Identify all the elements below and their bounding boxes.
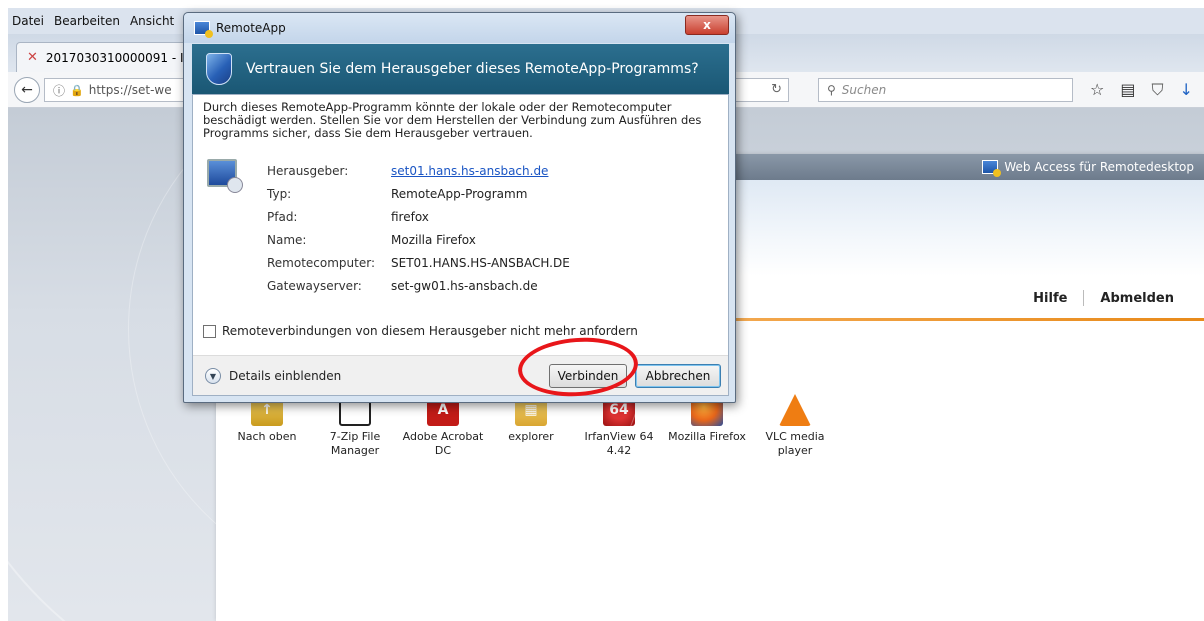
dialog-title: RemoteApp [216, 21, 286, 35]
app-label: explorer [508, 430, 554, 443]
tab-title: 2017030310000091 - I [45, 50, 184, 65]
warning-text: Durch dieses RemoteApp-Programm könnte d… [203, 100, 702, 140]
nav-separator [1083, 290, 1085, 306]
detail-row-remotecomputer: Remotecomputer: SET01.HANS.HS-ANSBACH.DE [267, 251, 707, 274]
search-input[interactable]: ⚲ Suchen [818, 78, 1073, 102]
dont-ask-again-checkbox[interactable] [203, 324, 216, 338]
app-label: IrfanView 64 4.42 [584, 430, 654, 457]
app-label: Nach oben [237, 430, 297, 443]
url-text: https://set-we [88, 83, 172, 97]
pocket-icon[interactable]: ⛉ [1151, 80, 1163, 100]
detail-value: SET01.HANS.HS-ANSBACH.DE [391, 255, 570, 270]
detail-label: Name: [267, 232, 307, 247]
rdweb-nav: Hilfe Abmelden [1033, 290, 1174, 306]
detail-row-publisher: Herausgeber: set01.hans.hs-ansbach.de [267, 159, 707, 182]
browser-tab[interactable]: ✕ 2017030310000091 - I [16, 42, 196, 72]
remoteapp-icon [194, 21, 213, 38]
app-label: 7-Zip File Manager [329, 430, 381, 457]
rdweb-brand-text: Web Access für Remotedesktop [1004, 160, 1194, 174]
chevron-down-icon[interactable]: ▼ [205, 368, 221, 384]
app-irfanview[interactable]: 64 IrfanView 64 4.42 [576, 394, 662, 458]
close-button[interactable]: x [685, 15, 729, 35]
detail-label: Pfad: [267, 209, 298, 224]
logout-link[interactable]: Abmelden [1100, 291, 1174, 306]
info-icon[interactable]: ⓘ [53, 82, 65, 99]
reload-icon[interactable]: ↻ [771, 82, 782, 97]
detail-row-type: Typ: RemoteApp-Programm [267, 182, 707, 205]
publisher-details: Herausgeber: set01.hans.hs-ansbach.de Ty… [267, 159, 707, 297]
dialog-footer: ▼ Details einblenden Verbinden Abbrechen [193, 355, 728, 395]
connect-button[interactable]: Verbinden [549, 364, 627, 388]
remoteapp-dialog: RemoteApp x Vertrauen Sie dem Herausgebe… [183, 12, 736, 403]
search-placeholder: Suchen [841, 83, 887, 97]
toolbar-icons: ☆ ▤ ⛉ ↓ [1090, 80, 1193, 100]
detail-row-name: Name: Mozilla Firefox [267, 228, 707, 251]
menu-datei[interactable]: Datei [12, 14, 44, 28]
cancel-button[interactable]: Abbrechen [635, 364, 721, 388]
app-7zip[interactable]: 7z 7-Zip File Manager [312, 394, 398, 458]
detail-row-gateway: Gatewayserver: set-gw01.hs-ansbach.de [267, 274, 707, 297]
checkbox-label[interactable]: Remoteverbindungen von diesem Herausgebe… [222, 324, 638, 338]
app-list: ↑ Nach oben 7z 7-Zip File Manager A Adob… [216, 394, 836, 504]
expander-label[interactable]: Details einblenden [229, 369, 341, 383]
detail-label: Herausgeber: [267, 163, 349, 178]
dialog-titlebar[interactable]: RemoteApp x [184, 13, 735, 43]
search-icon: ⚲ [827, 83, 836, 97]
bookmark-star-icon[interactable]: ☆ [1090, 80, 1104, 100]
remote-computer-icon [207, 159, 243, 193]
reading-list-icon[interactable]: ▤ [1120, 80, 1135, 100]
download-icon[interactable]: ↓ [1179, 80, 1192, 100]
rdweb-brand: Web Access für Remotedesktop [982, 160, 1194, 177]
detail-row-path: Pfad: firefox [267, 205, 707, 228]
dialog-header: Vertrauen Sie dem Herausgeber dieses Rem… [192, 44, 729, 94]
shield-icon [206, 53, 232, 85]
dont-ask-again-option[interactable]: Remoteverbindungen von diesem Herausgebe… [203, 324, 638, 338]
lock-icon: 🔒 [70, 83, 84, 97]
back-button[interactable]: ← [14, 77, 40, 103]
detail-value: Mozilla Firefox [391, 232, 476, 247]
detail-label: Gatewayserver: [267, 278, 362, 293]
app-label: VLC media player [765, 430, 825, 457]
remote-desktop-icon [982, 160, 1002, 177]
app-acrobat[interactable]: A Adobe Acrobat DC [400, 394, 486, 458]
tab-favicon-icon: ✕ [27, 50, 38, 65]
dialog-question: Vertrauen Sie dem Herausgeber dieses Rem… [246, 61, 699, 77]
app-label: Adobe Acrobat DC [402, 430, 484, 457]
detail-label: Remotecomputer: [267, 255, 376, 270]
help-link[interactable]: Hilfe [1033, 291, 1067, 306]
app-vlc[interactable]: VLC media player [752, 394, 838, 458]
app-label: Mozilla Firefox [668, 430, 746, 443]
detail-label: Typ: [267, 186, 292, 201]
publisher-link[interactable]: set01.hans.hs-ansbach.de [391, 164, 548, 178]
detail-value: firefox [391, 209, 429, 224]
dialog-body: Durch dieses RemoteApp-Programm könnte d… [192, 94, 729, 396]
details-expander[interactable]: ▼ Details einblenden [205, 368, 341, 384]
detail-value: set-gw01.hs-ansbach.de [391, 278, 538, 293]
menu-bearbeiten[interactable]: Bearbeiten [54, 14, 120, 28]
vlc-icon [779, 394, 811, 426]
detail-value: RemoteApp-Programm [391, 186, 528, 201]
menu-ansicht[interactable]: Ansicht [130, 14, 174, 28]
